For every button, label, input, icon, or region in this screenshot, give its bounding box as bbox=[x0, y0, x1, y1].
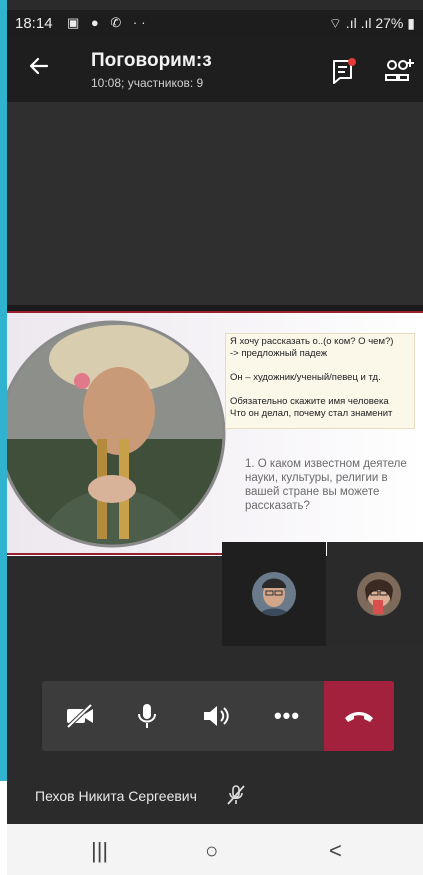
call-controls: ••• bbox=[42, 681, 394, 751]
mic-muted-icon bbox=[227, 785, 245, 805]
microphone-button[interactable] bbox=[119, 681, 175, 751]
note-line: Что он делал, почему стал знаменит bbox=[230, 408, 393, 419]
slide-bottom-line bbox=[7, 553, 227, 555]
video-stage bbox=[7, 102, 423, 305]
left-accent-border bbox=[0, 0, 7, 781]
note-line: Обязательно скажите имя человека bbox=[230, 396, 389, 407]
camera-off-icon bbox=[66, 703, 93, 729]
slide-top-line bbox=[7, 311, 423, 313]
back-button[interactable]: < bbox=[329, 838, 342, 864]
status-right: ⌔ .ıl .ıl 27% ▮ bbox=[329, 15, 415, 33]
chat-icon[interactable] bbox=[331, 58, 357, 84]
hangup-icon bbox=[345, 712, 373, 722]
signal-icon: ⌔ .ıl .ıl bbox=[328, 15, 372, 31]
battery-level: 27% bbox=[375, 15, 404, 31]
shared-slide: Я хочу рассказать о..(о ком? О чем?) -> … bbox=[7, 305, 423, 556]
participant-video-tile[interactable] bbox=[222, 542, 326, 646]
meeting-title: Поговорим:з bbox=[91, 50, 212, 71]
participant-name: Пехов Никита Сергеевич bbox=[35, 788, 197, 804]
back-arrow-icon[interactable] bbox=[27, 54, 51, 78]
grammar-note: Я хочу рассказать о..(о ком? О чем?) -> … bbox=[225, 333, 415, 429]
meeting-subtitle: 10:08; участников: 9 bbox=[91, 76, 204, 90]
speaker-button[interactable] bbox=[189, 681, 245, 751]
slide-question: 1. О каком известном деятеле науки, куль… bbox=[245, 458, 407, 512]
notification-icons: ▣ ● ✆ ·· bbox=[67, 15, 150, 30]
trumpeter-photo bbox=[7, 320, 226, 548]
note-line: Я хочу рассказать о..(о ком? О чем?) bbox=[230, 336, 394, 347]
hangup-button[interactable] bbox=[324, 681, 394, 751]
home-button[interactable]: ○ bbox=[205, 838, 218, 864]
note-line: -> предложный падеж bbox=[230, 348, 328, 359]
more-options-button[interactable]: ••• bbox=[259, 681, 315, 751]
battery-icon: ▮ bbox=[407, 15, 415, 31]
participant-video-tile[interactable] bbox=[327, 542, 423, 646]
participant-avatar bbox=[252, 572, 296, 616]
microphone-icon bbox=[138, 704, 156, 728]
android-nav-bar: ||| ○ < bbox=[7, 824, 423, 875]
participant-avatar bbox=[357, 572, 401, 616]
camera-toggle-button[interactable] bbox=[52, 681, 108, 751]
more-dots-icon: ••• bbox=[273, 703, 301, 728]
status-time: 18:14 bbox=[15, 15, 53, 32]
meeting-header: Поговорим:з 10:08; участников: 9 bbox=[7, 38, 423, 102]
recents-button[interactable]: ||| bbox=[91, 838, 108, 864]
add-participants-icon[interactable] bbox=[383, 56, 417, 86]
speaker-icon bbox=[204, 706, 229, 726]
status-bar: 18:14 ▣ ● ✆ ·· ⌔ .ıl .ıl 27% ▮ bbox=[7, 10, 423, 38]
meeting-screen: 18:14 ▣ ● ✆ ·· ⌔ .ıl .ıl 27% ▮ Поговорим… bbox=[7, 0, 423, 875]
note-line: Он – художник/ученый/певец и тд. bbox=[230, 372, 381, 383]
